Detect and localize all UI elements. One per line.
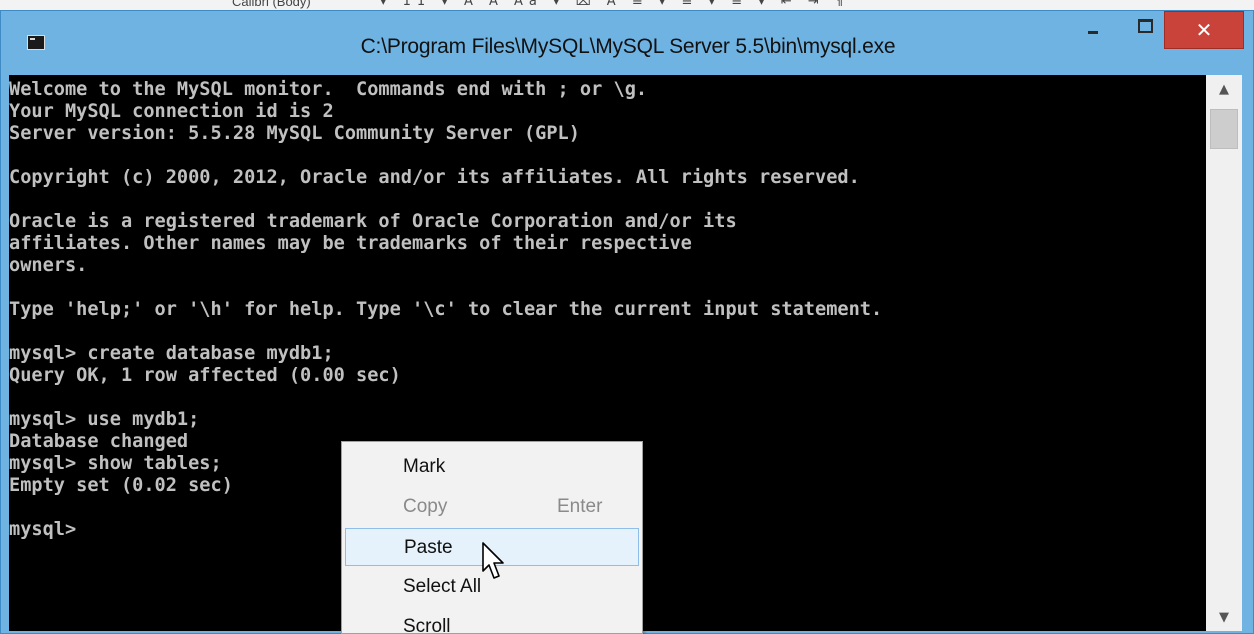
scroll-thumb[interactable] (1210, 109, 1238, 149)
window-title: C:\Program Files\MySQL\MySQL Server 5.5\… (360, 35, 896, 58)
menu-item-mark[interactable]: Mark (345, 448, 639, 486)
console-line: Type 'help;' or '\h' for help. Type '\c'… (9, 299, 883, 320)
ribbon-toolbar-glyphs: ▾ 11 ▾ A A Aa ▾ ⌧ A ≡ ▾ ≡ ▾ ≡ ▾ ⇤ ⇥ ¶ (380, 0, 850, 9)
close-button[interactable]: ✕ (1164, 11, 1244, 49)
console-line: owners. (9, 255, 88, 276)
title-bar[interactable]: C:\Program Files\MySQL\MySQL Server 5.5\… (1, 11, 1253, 75)
context-menu: Mark Copy Enter Paste Select All Scroll (341, 441, 643, 634)
console-line: mysql> use mydb1; (9, 409, 200, 430)
console-line: Welcome to the MySQL monitor. Commands e… (9, 79, 648, 100)
menu-item-shortcut: Enter (557, 496, 603, 517)
minimize-icon (1088, 30, 1098, 34)
console-line: Your MySQL connection id is 2 (9, 101, 334, 122)
scroll-down-button[interactable]: ▼ (1206, 603, 1242, 631)
arrow-up-icon: ▲ (1219, 81, 1229, 97)
font-name-box: Calibri (Body) (232, 0, 311, 9)
maximize-icon (1137, 19, 1153, 33)
menu-item-label: Scroll (403, 616, 451, 634)
mouse-pointer-icon (482, 542, 504, 579)
console-line: mysql> create database mydb1; (9, 343, 334, 364)
arrow-down-icon: ▼ (1219, 609, 1229, 625)
scroll-up-button[interactable]: ▲ (1206, 75, 1242, 103)
close-icon: ✕ (1195, 18, 1213, 42)
console-line: Server version: 5.5.28 MySQL Community S… (9, 123, 580, 144)
console-line: Oracle is a registered trademark of Orac… (9, 211, 737, 232)
minimize-button[interactable] (1075, 11, 1111, 47)
menu-item-scroll[interactable]: Scroll (345, 608, 639, 634)
console-line: Copyright (c) 2000, 2012, Oracle and/or … (9, 167, 860, 188)
menu-item-copy[interactable]: Copy Enter (345, 488, 639, 526)
maximize-button[interactable] (1127, 11, 1163, 47)
menu-item-label: Mark (403, 456, 446, 477)
menu-item-label: Paste (404, 537, 453, 558)
menu-item-label: Copy (403, 496, 448, 517)
console-line: affiliates. Other names may be trademark… (9, 233, 692, 254)
console-line: Query OK, 1 row affected (0.00 sec) (9, 365, 401, 386)
menu-item-label: Select All (403, 576, 482, 597)
vertical-scrollbar[interactable]: ▲ ▼ (1206, 75, 1242, 631)
